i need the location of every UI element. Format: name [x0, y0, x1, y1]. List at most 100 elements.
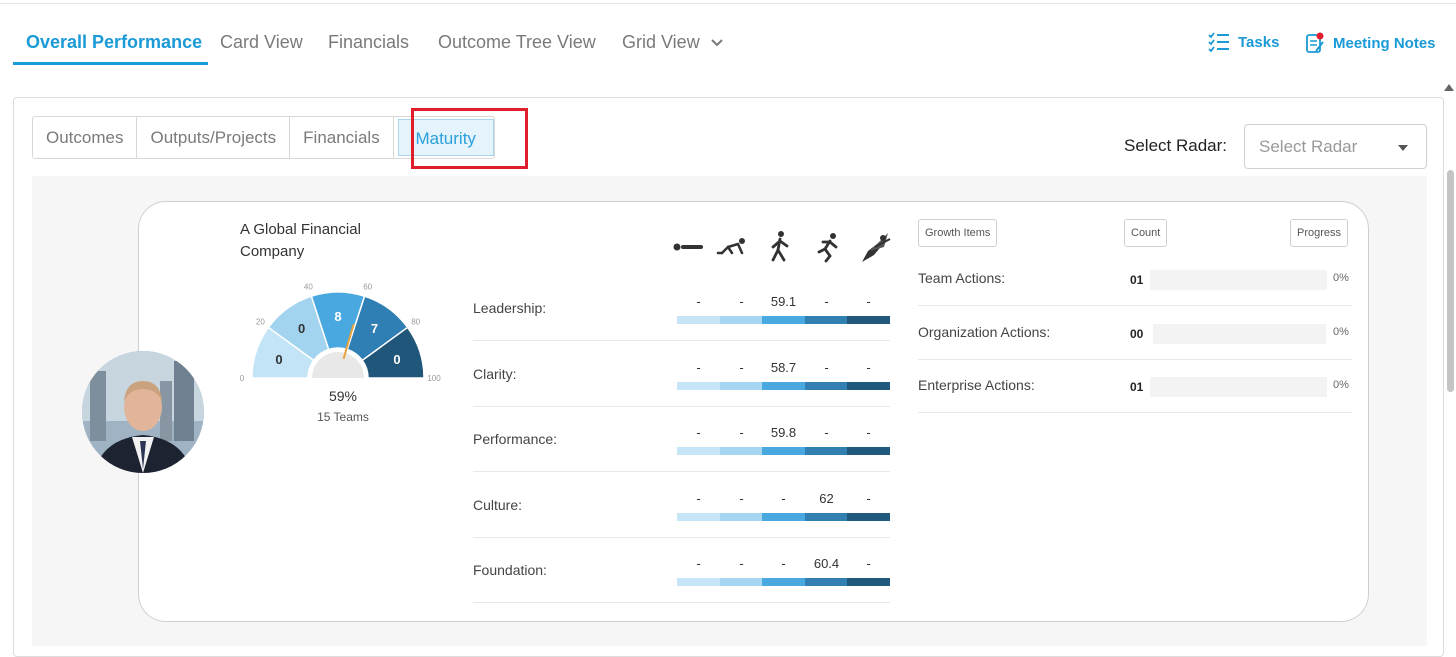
maturity-value: - — [696, 359, 701, 375]
scroll-up-arrow[interactable] — [1444, 84, 1454, 91]
maturity-value: - — [824, 294, 829, 309]
maturity-value: - — [696, 425, 701, 440]
row-divider — [473, 405, 890, 407]
tab-financials[interactable]: Financials — [328, 32, 409, 53]
tab-grid-view[interactable]: Grid View — [622, 32, 700, 53]
maturity-bar-segment — [847, 512, 890, 521]
maturity-bar-segment — [762, 578, 805, 586]
maturity-value: - — [824, 359, 829, 375]
maturity-row-label: Performance: — [473, 431, 558, 447]
row-divider — [473, 471, 890, 472]
growth-row-progress: 0% — [1333, 326, 1349, 338]
maturity-bar-segment — [677, 447, 720, 455]
gauge-tick-label: 0 — [240, 374, 245, 383]
progress-header[interactable]: Progress — [1290, 219, 1349, 247]
maturity-value: - — [866, 556, 871, 571]
maturity-bar-segment — [677, 512, 720, 521]
notes-icon — [1306, 32, 1324, 53]
tab-overall-performance[interactable]: Overall Performance — [26, 32, 202, 53]
maturity-value: - — [866, 359, 871, 375]
row-divider — [473, 602, 890, 603]
select-radar-dropdown[interactable]: Select Radar — [1244, 124, 1427, 169]
maturity-bar-segment — [804, 578, 848, 586]
maturity-value: 62 — [819, 490, 834, 506]
meeting-notes-label: Meeting Notes — [1333, 34, 1436, 52]
count-header[interactable]: Count — [1124, 219, 1168, 247]
top-nav: Overall Performance Card View Financials… — [0, 22, 1456, 66]
maturity-bar-segment — [847, 381, 890, 390]
maturity-value: 59.8 — [770, 425, 797, 440]
gauge-segment-value: 0 — [298, 321, 305, 336]
maturity-value: - — [866, 490, 871, 506]
growth-progress-track — [1150, 377, 1327, 397]
subtab-financials[interactable]: Financials — [290, 117, 394, 158]
tab-outcome-tree-view[interactable]: Outcome Tree View — [438, 32, 596, 53]
maturity-bar-segment — [719, 512, 763, 521]
maturity-bar-segment — [719, 316, 763, 324]
maturity-bar-segment — [804, 512, 848, 521]
growth-row-label: Team Actions: — [918, 270, 1006, 286]
maturity-stage-icons — [673, 231, 891, 263]
maturity-bar-segment — [762, 512, 805, 521]
maturity-bar-segment — [719, 447, 763, 455]
maturity-bar-segment — [677, 578, 720, 586]
tasks-icon — [1208, 32, 1229, 52]
maturity-bar-segment — [847, 316, 890, 324]
maturity-bar-segment — [762, 316, 805, 324]
lying-icon — [673, 243, 703, 251]
scrollbar-thumb[interactable] — [1447, 170, 1454, 392]
growth-row-divider — [918, 305, 1352, 306]
tasks-link[interactable]: Tasks — [1208, 32, 1279, 52]
growth-items-header[interactable]: Growth Items — [918, 219, 998, 247]
growth-progress-track — [1153, 324, 1326, 344]
growth-row-count: 01 — [1130, 273, 1144, 287]
growth-row-divider — [918, 412, 1352, 413]
maturity-bar — [677, 316, 890, 324]
caret-down-icon — [1398, 145, 1408, 151]
maturity-row-label: Leadership: — [473, 300, 547, 316]
avatar — [82, 351, 204, 473]
maturity-bar-segment — [804, 381, 848, 390]
maturity-bar-segment — [677, 381, 720, 390]
top-border — [0, 0, 1456, 4]
maturity-bar — [677, 381, 890, 390]
gauge-tick-label: 100 — [427, 374, 441, 383]
maturity-value: - — [739, 294, 744, 309]
maturity-bar — [677, 578, 890, 586]
maturity-value: - — [739, 359, 744, 375]
subtab-outcomes[interactable]: Outcomes — [33, 117, 138, 158]
maturity-value: - — [866, 294, 871, 309]
maturity-value: - — [739, 490, 744, 506]
gauge-segment-value: 8 — [334, 309, 341, 324]
meeting-notes-link[interactable]: Meeting Notes — [1305, 32, 1436, 54]
gauge-tick-label: 40 — [304, 283, 313, 292]
maturity-value: - — [781, 490, 786, 506]
maturity-bar — [677, 447, 890, 455]
tab-card-view[interactable]: Card View — [220, 32, 303, 53]
maturity-bar-segment — [762, 381, 805, 390]
company-name: A Global Financial Company — [240, 221, 361, 260]
maturity-value: 59.1 — [770, 294, 797, 309]
select-radar-label: Select Radar: — [1124, 136, 1227, 155]
gauge-segment-value: 0 — [393, 352, 400, 367]
highlight-box — [411, 108, 528, 169]
tasks-label: Tasks — [1238, 33, 1280, 51]
maturity-row-label: Clarity: — [473, 365, 517, 382]
gauge-segment-value: 7 — [371, 321, 378, 336]
maturity-value: - — [824, 425, 829, 440]
gauge-segment-value: 0 — [275, 352, 282, 367]
chevron-down-icon[interactable] — [710, 36, 724, 50]
subtab-outputs-projects[interactable]: Outputs/Projects — [137, 117, 291, 158]
maturity-bar-segment — [762, 447, 805, 455]
maturity-gauge: 0 0 8 7 0 0 20 40 60 80 100 — [240, 283, 441, 383]
walking-icon — [771, 231, 789, 262]
maturity-value: - — [739, 425, 744, 440]
maturity-value: - — [781, 556, 786, 571]
maturity-bar — [677, 512, 890, 521]
gauge-tick-label: 20 — [256, 318, 265, 327]
maturity-row-label: Foundation: — [473, 562, 547, 578]
gauge-teams: 15 Teams — [317, 410, 369, 424]
maturity-bar-segment — [847, 447, 890, 455]
maturity-bar-segment — [804, 316, 848, 324]
growth-row-count: 01 — [1130, 380, 1144, 394]
